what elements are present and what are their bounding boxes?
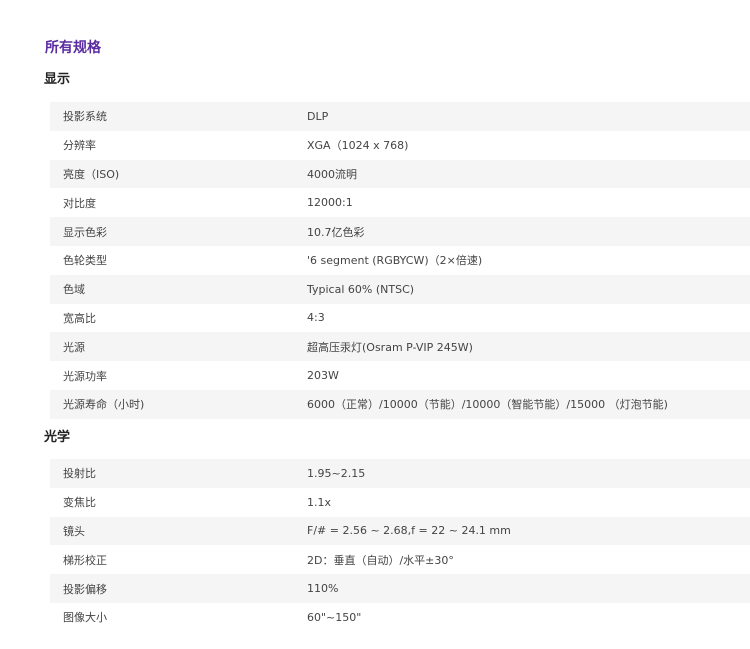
spec-value: 110% <box>307 582 339 596</box>
table-row: 投影偏移 110% <box>50 574 750 603</box>
spec-table-display: 投影系统 DLP 分辨率 XGA（1024 x 768) 亮度（ISO) 400… <box>50 102 750 419</box>
spec-value: 1.95~2.15 <box>307 466 366 480</box>
spec-label: 变焦比 <box>63 496 96 510</box>
table-row: 分辨率 XGA（1024 x 768) <box>50 131 750 160</box>
spec-value: 2D：垂直（自动）/水平±30° <box>307 553 454 567</box>
spec-label: 图像大小 <box>63 611 107 625</box>
table-row: 投射比 1.95~2.15 <box>50 459 750 488</box>
spec-value: DLP <box>307 109 329 123</box>
spec-label: 分辨率 <box>63 139 96 153</box>
spec-label: 对比度 <box>63 196 96 210</box>
table-row: 梯形校正 2D：垂直（自动）/水平±30° <box>50 545 750 574</box>
spec-value: 超高压汞灯(Osram P-VIP 245W) <box>307 340 473 354</box>
spec-label: 投影偏移 <box>63 582 107 596</box>
spec-value: 4:3 <box>307 311 325 325</box>
spec-label: 亮度（ISO) <box>63 167 120 181</box>
spec-label: 梯形校正 <box>63 553 107 567</box>
table-row: 色轮类型 '6 segment (RGBYCW)（2×倍速) <box>50 246 750 275</box>
table-row: 对比度 12000:1 <box>50 188 750 217</box>
spec-label: 光源功率 <box>63 369 107 383</box>
spec-value: F/# = 2.56 ~ 2.68,f = 22 ~ 24.1 mm <box>307 524 511 538</box>
spec-value: 6000（正常）/10000（节能）/10000（智能节能）/15000 （灯泡… <box>307 398 668 412</box>
spec-value: 60"~150" <box>307 610 362 624</box>
spec-label: 色域 <box>63 283 85 297</box>
spec-value: 10.7亿色彩 <box>307 225 365 239</box>
spec-value: Typical 60% (NTSC) <box>307 282 415 296</box>
spec-value: '6 segment (RGBYCW)（2×倍速) <box>307 254 483 268</box>
spec-value: 1.1x <box>307 495 332 509</box>
spec-table-optics: 投射比 1.95~2.15 变焦比 1.1x 镜头 F/# = 2.56 ~ 2… <box>50 459 750 632</box>
table-row: 投影系统 DLP <box>50 102 750 131</box>
spec-label: 色轮类型 <box>63 254 107 268</box>
spec-value: 12000:1 <box>307 196 353 210</box>
table-row: 光源功率 203W <box>50 361 750 390</box>
spec-value: 203W <box>307 369 339 383</box>
spec-value: 4000流明 <box>307 167 357 181</box>
spec-label: 投影系统 <box>63 110 107 124</box>
table-row: 显示色彩 10.7亿色彩 <box>50 217 750 246</box>
table-row: 宽高比 4:3 <box>50 304 750 333</box>
table-row: 光源寿命（小时) 6000（正常）/10000（节能）/10000（智能节能）/… <box>50 389 750 419</box>
section-title-optics: 光学 <box>44 430 71 445</box>
spec-label: 宽高比 <box>63 311 96 325</box>
spec-label: 投射比 <box>63 467 96 481</box>
spec-value: XGA（1024 x 768) <box>307 139 409 153</box>
table-row: 镜头 F/# = 2.56 ~ 2.68,f = 22 ~ 24.1 mm <box>50 516 750 546</box>
table-row: 光源 超高压汞灯(Osram P-VIP 245W) <box>50 332 750 362</box>
table-row: 图像大小 60"~150" <box>50 603 750 632</box>
spec-label: 镜头 <box>63 524 85 538</box>
spec-label: 光源寿命（小时) <box>63 398 145 412</box>
spec-label: 光源 <box>63 340 85 354</box>
page-title: 所有规格 <box>45 40 101 56</box>
section-title-display: 显示 <box>44 72 71 87</box>
table-row: 亮度（ISO) 4000流明 <box>50 159 750 189</box>
table-row: 变焦比 1.1x <box>50 488 750 517</box>
table-row: 色域 Typical 60% (NTSC) <box>50 274 750 304</box>
spec-label: 显示色彩 <box>63 225 107 239</box>
